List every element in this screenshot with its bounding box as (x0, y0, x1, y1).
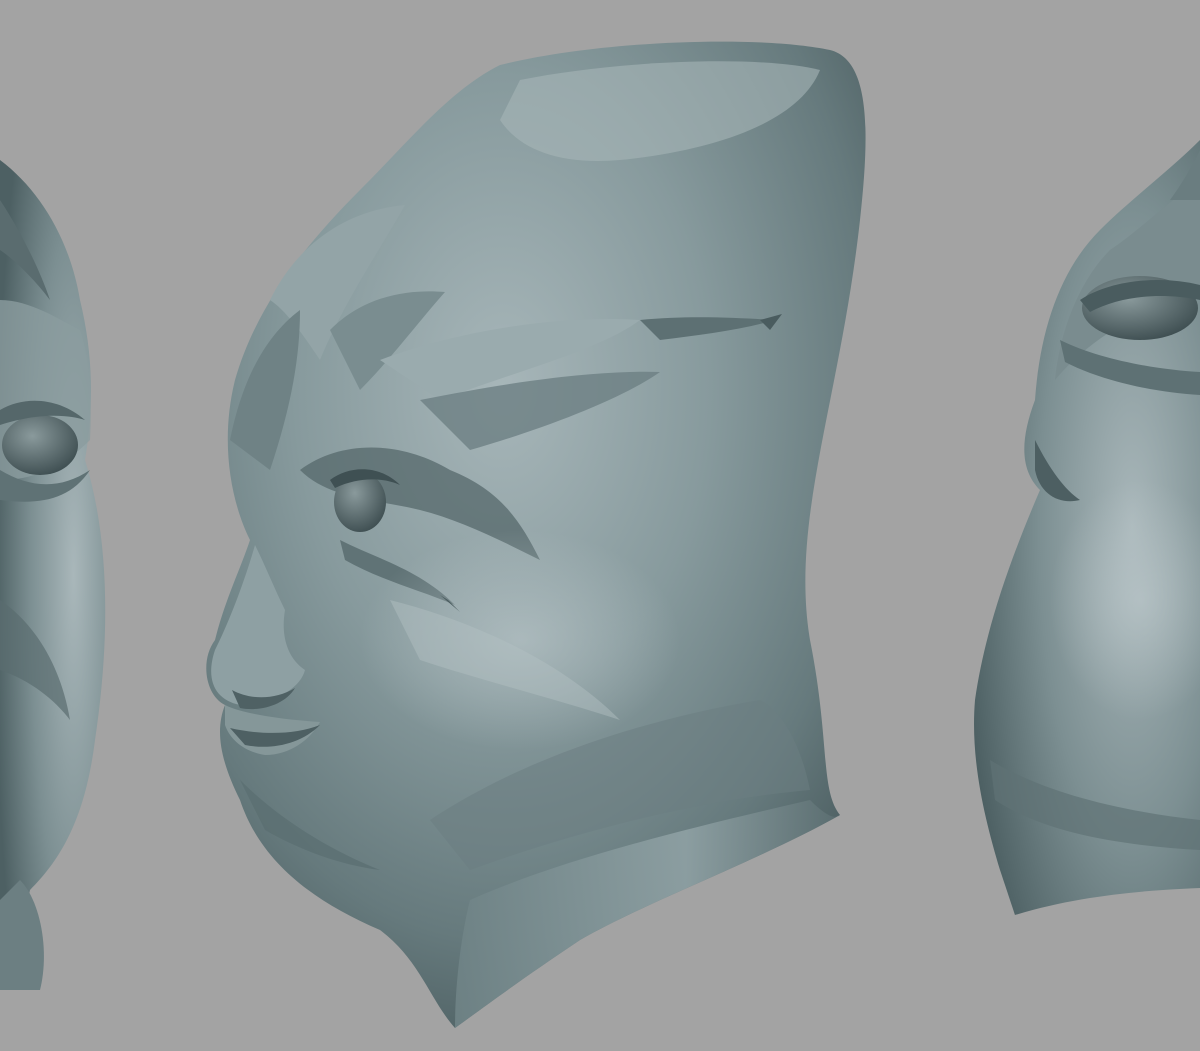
center-head-view (206, 41, 866, 1028)
sculpt-viewport[interactable] (0, 0, 1200, 1051)
left-head-view (0, 160, 106, 990)
sculpt-render (0, 41, 1200, 1028)
right-head-view (974, 140, 1200, 915)
